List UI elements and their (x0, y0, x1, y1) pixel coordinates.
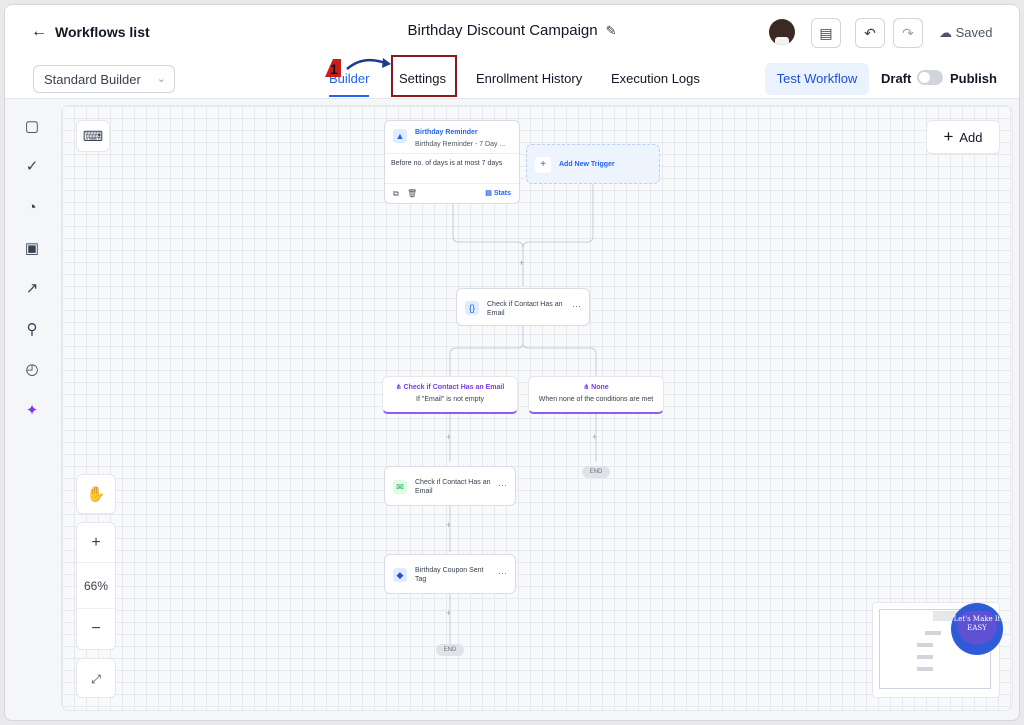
trigger-node[interactable]: ▲ Birthday Reminder Birthday Reminder - … (384, 120, 520, 204)
stats-label: Stats (493, 190, 511, 197)
email-icon: ✉ (393, 480, 407, 494)
notes-icon[interactable]: ▤ (811, 18, 841, 48)
chat-icon[interactable]: ▢ (23, 118, 41, 136)
annotation-arrow: 1 (325, 58, 391, 77)
document-icon[interactable]: ▣ (23, 240, 41, 258)
add-trigger-label: Add New Trigger (559, 161, 615, 168)
sparkles-icon[interactable]: ✦ (23, 402, 41, 420)
external-link-icon[interactable]: ↗ (23, 280, 41, 298)
if-node-label: Check if Contact Has an Email (487, 301, 563, 317)
cloud-icon: ☁ (939, 25, 952, 40)
saved-label: Saved (955, 25, 993, 40)
minimap-node (917, 643, 933, 647)
workflow-canvas[interactable]: ⌨ + Add ▲ Birthday Reminder Birthday Rem… (61, 105, 1013, 711)
history-icon[interactable]: ◴ (23, 361, 41, 379)
add-new-trigger-button[interactable]: + Add New Trigger (526, 144, 660, 184)
fit-view-icon[interactable]: ⤢ (76, 658, 116, 698)
branch-has-email[interactable]: ⋔ Check if Contact Has an Email If "Emai… (382, 376, 518, 414)
branch-title: None (591, 384, 609, 391)
tag-node-label: Birthday Coupon Sent Tag (415, 567, 484, 583)
zoom-controls: + 66% − (76, 522, 116, 650)
email-node-label: Check if Contact Has an Email (415, 479, 491, 495)
birthday-cake-icon: ▲ (393, 129, 407, 143)
tag-icon: ◆ (393, 568, 407, 582)
builder-type-value: Standard Builder (44, 72, 141, 87)
add-step-icon[interactable]: + (519, 258, 524, 268)
minimap-node (917, 667, 933, 671)
saved-status: ☁ Saved (939, 25, 993, 41)
branch-icon: ⋔ (395, 384, 402, 391)
more-icon[interactable]: ⋯ (572, 301, 581, 312)
end-marker: END (436, 644, 464, 656)
tab-execution-logs[interactable]: Execution Logs (611, 71, 700, 86)
minimap-node (925, 631, 941, 635)
draft-label: Draft (881, 71, 912, 86)
add-step-icon[interactable]: + (592, 432, 597, 442)
builder-type-select[interactable]: Standard Builder ⌄ (33, 65, 175, 93)
zoom-level: 66% (77, 563, 115, 609)
trash-icon[interactable]: 🗑 (407, 189, 417, 198)
branch-subtitle: When none of the conditions are met (538, 396, 654, 403)
divider (385, 183, 519, 184)
watermark-logo: Let's Make It EASY (951, 603, 1003, 655)
pie-chart-icon[interactable]: ◔ (23, 199, 41, 217)
add-tag-node[interactable]: ◆ Birthday Coupon Sent Tag ⋯ (384, 554, 516, 594)
email-action-node[interactable]: ✉ Check if Contact Has an Email ⋯ (384, 466, 516, 506)
divider (385, 153, 519, 154)
zoom-out-button[interactable]: − (77, 609, 115, 649)
pencil-icon[interactable]: ✎ (606, 23, 617, 38)
more-icon[interactable]: ⋯ (498, 480, 507, 491)
braces-icon: {} (465, 301, 479, 315)
branch-icon: ⋔ (583, 384, 590, 391)
stats-link[interactable]: ▤ Stats (485, 189, 511, 197)
trigger-subtitle: Birthday Reminder - 7 Day ... (415, 141, 506, 148)
undo-icon[interactable]: ↶ (855, 18, 885, 48)
minimap-node (917, 655, 933, 659)
avatar[interactable] (769, 19, 795, 45)
add-step-icon[interactable]: + (446, 432, 451, 442)
builder-tabs-bar: Standard Builder ⌄ Builder Settings Enro… (5, 57, 1019, 99)
step-number: 1 (330, 61, 338, 77)
branch-subtitle: If "Email" is not empty (416, 396, 484, 403)
left-sidebar: ▢ ✓ ◔ ▣ ↗ ⚲ ◴ ✦ (5, 100, 57, 720)
bar-chart-icon: ▤ (485, 190, 492, 197)
add-step-icon[interactable]: + (446, 520, 451, 530)
chevron-down-icon: ⌄ (156, 73, 166, 85)
branch-title: Check if Contact Has an Email (403, 384, 505, 391)
active-tab-indicator (329, 95, 369, 97)
zoom-in-button[interactable]: + (77, 523, 115, 563)
settings-highlight-box (391, 55, 457, 97)
redo-icon[interactable]: ↷ (893, 18, 923, 48)
pan-hand-icon[interactable]: ✋ (76, 474, 116, 514)
end-marker: END (582, 466, 610, 478)
copy-icon[interactable]: ⧉ (393, 189, 399, 199)
workflow-title-text[interactable]: Birthday Discount Campaign (408, 22, 598, 39)
search-icon[interactable]: ⚲ (23, 321, 41, 339)
add-step-icon[interactable]: + (446, 608, 451, 618)
app-window: ← Workflows list Birthday Discount Campa… (4, 4, 1020, 721)
trigger-filter: Before no. of days is at most 7 days (391, 160, 503, 167)
more-icon[interactable]: ⋯ (498, 568, 507, 579)
check-circle-icon[interactable]: ✓ (23, 158, 41, 176)
tab-enrollment-history[interactable]: Enrollment History (476, 71, 582, 86)
publish-toggle[interactable] (917, 70, 943, 85)
if-else-node[interactable]: {} Check if Contact Has an Email ⋯ (456, 288, 590, 326)
publish-label: Publish (950, 71, 997, 86)
trigger-title: Birthday Reminder (415, 129, 478, 136)
branch-none[interactable]: ⋔ None When none of the conditions are m… (528, 376, 664, 414)
plus-icon: + (535, 157, 551, 173)
test-workflow-button[interactable]: Test Workflow (765, 63, 869, 95)
top-bar: ← Workflows list Birthday Discount Campa… (5, 5, 1019, 57)
